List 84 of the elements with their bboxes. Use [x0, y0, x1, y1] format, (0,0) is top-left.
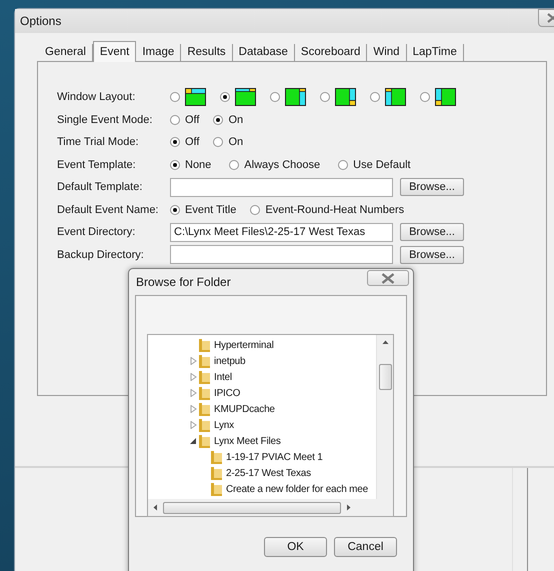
radio-label: Always Choose	[244, 158, 320, 171]
radio-button[interactable]	[250, 204, 260, 215]
close-button[interactable]	[367, 270, 409, 286]
radio-button[interactable]	[170, 92, 180, 102]
scroll-left-arrow-icon[interactable]	[152, 504, 159, 511]
scroll-thumb[interactable]	[163, 502, 341, 514]
radio-button[interactable]	[170, 160, 180, 170]
folder-icon	[210, 482, 223, 496]
radio-button[interactable]	[220, 92, 230, 102]
collapsed-arrow-icon[interactable]	[190, 373, 196, 381]
collapsed-arrow-icon[interactable]	[190, 357, 196, 365]
setting-label: Window Layout:	[57, 91, 136, 104]
radio-button[interactable]	[170, 114, 180, 125]
radio-button[interactable]	[338, 160, 348, 170]
path-field[interactable]: C:\Lynx Meet Files\2-25-17 West Texas	[170, 222, 393, 242]
window-layout-icon	[335, 88, 356, 106]
setting-label: Event Template:	[57, 158, 137, 171]
setting-label: Default Event Name:	[57, 204, 160, 216]
radio-button[interactable]	[170, 137, 180, 148]
folder-name[interactable]: Intel	[214, 372, 232, 382]
setting-label: Single Event Mode:	[57, 114, 154, 126]
folder-name[interactable]: Hyperterminal	[214, 340, 274, 350]
setting-label: Backup Directory:	[57, 248, 145, 261]
browse-button[interactable]: Browse...	[400, 178, 464, 196]
path-field[interactable]	[170, 178, 393, 197]
window-layout-icon	[185, 88, 206, 106]
folder-name[interactable]: inetpub	[214, 356, 246, 366]
setting-label: Default Template:	[57, 181, 144, 194]
radio-label: Event Title	[185, 204, 236, 216]
window-layout-icon	[435, 88, 456, 106]
window-layout-icon	[285, 88, 306, 106]
scroll-right-arrow-icon[interactable]	[345, 504, 352, 511]
folder-name[interactable]: Lynx	[214, 420, 234, 430]
scroll-thumb[interactable]	[378, 364, 392, 390]
folder-name[interactable]: Create a new folder for each mee	[226, 484, 368, 494]
radio-label: None	[185, 158, 212, 171]
browse-button[interactable]: Browse...	[400, 246, 464, 264]
folder-icon	[210, 466, 223, 480]
radio-label: Use Default	[353, 158, 411, 171]
radio-button[interactable]	[213, 137, 224, 148]
folder-name[interactable]: IPICO	[214, 388, 240, 398]
window-layout-icon	[385, 88, 406, 106]
folder-icon	[198, 402, 211, 416]
setting-label: Time Trial Mode:	[57, 136, 140, 148]
radio-button[interactable]	[213, 114, 224, 125]
expanded-arrow-icon[interactable]	[190, 437, 196, 445]
folder-name[interactable]: 1-19-17 PVIAC Meet 1	[226, 452, 323, 462]
dialog-title: Browse for Folder	[136, 275, 231, 289]
radio-label: Event-Round-Heat Numbers	[265, 204, 404, 216]
window-layout-icon	[235, 88, 256, 106]
setting-label: Event Directory:	[57, 226, 136, 238]
radio-label: On	[228, 136, 244, 148]
dialog-button[interactable]: Cancel	[334, 537, 397, 557]
radio-button[interactable]	[170, 204, 180, 215]
radio-button[interactable]	[420, 92, 430, 102]
scroll-up-arrow-icon[interactable]	[382, 339, 388, 346]
folder-icon	[198, 434, 211, 448]
radio-button[interactable]	[229, 160, 240, 170]
folder-icon	[198, 370, 211, 384]
radio-label: On	[228, 114, 244, 126]
folder-icon	[198, 386, 211, 400]
horizontal-scrollbar[interactable]	[148, 499, 376, 516]
radio-label: Off	[185, 136, 200, 148]
folder-icon	[198, 418, 211, 432]
folder-name[interactable]: Lynx Meet Files	[214, 436, 281, 446]
dialog-button[interactable]: OK	[264, 537, 327, 557]
radio-button[interactable]	[370, 92, 380, 102]
folder-icon	[210, 450, 223, 464]
folder-name[interactable]: 2-25-17 West Texas	[226, 468, 311, 478]
radio-label: Off	[185, 114, 200, 126]
tab[interactable]: Event	[92, 41, 136, 62]
radio-button[interactable]	[320, 92, 330, 102]
path-field[interactable]	[170, 245, 393, 264]
collapsed-arrow-icon[interactable]	[190, 389, 196, 397]
radio-button[interactable]	[270, 92, 280, 102]
browse-button[interactable]: Browse...	[400, 223, 464, 242]
collapsed-arrow-icon[interactable]	[190, 405, 196, 413]
window-title: Options	[20, 14, 62, 28]
close-icon	[381, 272, 395, 284]
collapsed-arrow-icon[interactable]	[190, 421, 196, 429]
vertical-scrollbar[interactable]	[376, 335, 393, 499]
folder-name[interactable]: KMUPDcache	[214, 404, 275, 414]
folder-icon	[198, 338, 211, 352]
folder-icon	[198, 354, 211, 368]
